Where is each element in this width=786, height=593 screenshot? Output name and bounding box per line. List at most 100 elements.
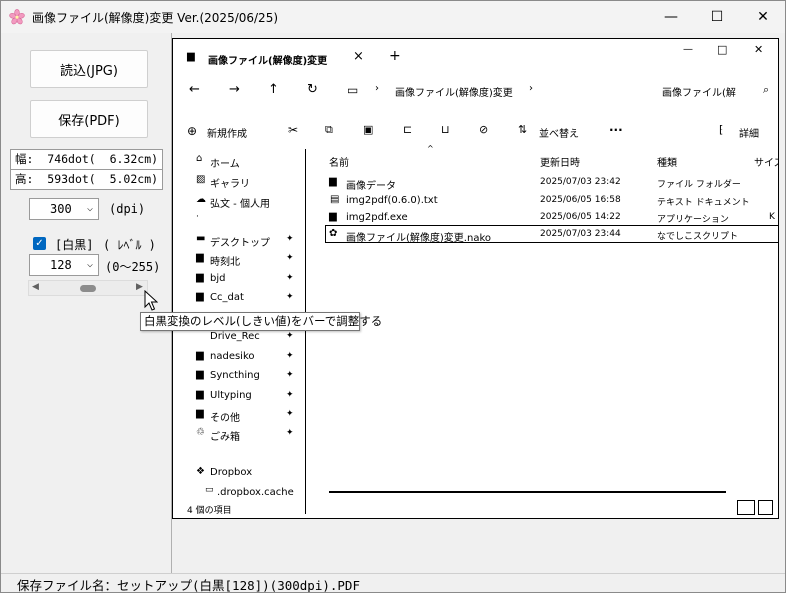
address-sep: ›: [375, 83, 379, 94]
col-size: サイズ: [754, 158, 778, 169]
nav-item: ホーム: [210, 159, 240, 170]
nav-item: 弘文 - 個人用: [210, 199, 270, 210]
nav-item: bjd: [210, 273, 226, 284]
folder-icon: ▭: [205, 485, 214, 495]
folder-icon: ▆: [187, 51, 195, 62]
close-button[interactable]: ✕: [740, 1, 785, 33]
pin-icon: ✦: [286, 351, 294, 361]
pin-icon: ✦: [286, 273, 294, 283]
recycle-bin-icon: ♲: [196, 427, 205, 438]
plus-circle-icon: ⊕: [187, 124, 198, 138]
bw-checkbox[interactable]: ✓: [33, 237, 46, 250]
bw-label: [白黒]: [55, 238, 94, 252]
arrow-right-icon[interactable]: ▶: [136, 282, 143, 292]
file-date: 2025/07/03 23:44: [540, 229, 621, 239]
dpi-select[interactable]: 300 ⌵: [29, 198, 99, 220]
pin-icon: ✦: [286, 253, 294, 263]
preview-new-tab: +: [389, 48, 401, 64]
tile-view-icon: [758, 500, 773, 515]
preview-minimize: —: [683, 44, 693, 55]
file-type: テキスト ドキュメント: [657, 198, 750, 208]
nav-divider: [305, 149, 306, 514]
nav-item: その他: [210, 413, 240, 424]
monitor-icon: ▭: [347, 83, 359, 97]
chevron-down-icon: ⌵: [86, 203, 93, 214]
col-name: 名前: [329, 158, 349, 169]
gallery-icon: ▨: [196, 174, 206, 185]
file-type: ファイル フォルダー: [657, 180, 741, 190]
check-icon: ✓: [35, 238, 44, 249]
refresh-icon: ↻: [307, 82, 318, 97]
nav-item: デスクトップ: [210, 238, 270, 249]
folder-icon: ▆: [196, 291, 204, 302]
search-box-text: 画像ファイル(解: [662, 88, 736, 99]
window-title: 画像ファイル(解像度)変更 Ver.(2025/06/25): [32, 11, 279, 25]
exe-file-icon: ▆: [329, 211, 337, 222]
nav-item: Cc_dat: [210, 292, 244, 303]
level-scrollbar-thumb[interactable]: [80, 285, 96, 292]
address-path: 画像ファイル(解像度)変更: [395, 88, 513, 99]
dpi-select-value: 300: [50, 202, 72, 216]
nav-item: Drive_Rec: [210, 331, 260, 342]
nav-item: Ultyping: [210, 390, 252, 401]
nav-spacer-dot: ·: [196, 212, 199, 222]
new-button-label: 新規作成: [207, 129, 247, 140]
home-icon: ⌂: [196, 153, 203, 164]
sort-button-label: 並べ替え: [539, 129, 579, 140]
sort-up-icon: ^: [427, 144, 434, 153]
file-type: アプリケーション: [657, 215, 729, 225]
image-preview: ▆ 画像ファイル(解像度)変更 × + — □ ✕ ← → ↑ ↻ ▭ › 画像…: [172, 38, 779, 519]
list-view-icon: [737, 500, 755, 515]
maximize-button[interactable]: ☐: [694, 1, 740, 33]
more-icon: ···: [609, 123, 623, 137]
sakura-flower-icon: [9, 9, 25, 25]
folder-icon: ▆: [196, 389, 204, 400]
pin-icon: ✦: [286, 409, 294, 419]
nav-item: .dropbox.cache: [217, 487, 294, 498]
width-info-field: 幅: 746dot( 6.32cm): [10, 149, 163, 170]
nav-item: ギャラリ: [210, 179, 250, 190]
cloud-icon: ☁: [196, 194, 206, 205]
preview-status: 4 個の項目: [187, 506, 232, 516]
dropbox-icon: ❖: [196, 466, 205, 477]
nav-item: Syncthing: [210, 370, 260, 381]
file-name: 画像ファイル(解像度)変更.nako: [346, 233, 491, 244]
file-name: img2pdf(0.6.0).txt: [346, 195, 438, 206]
save-pdf-button[interactable]: 保存(PDF): [30, 100, 148, 138]
dpi-unit-label: (dpi): [109, 202, 146, 216]
minimize-button[interactable]: —: [648, 1, 694, 33]
pin-icon: ✦: [286, 428, 294, 438]
read-jpg-button[interactable]: 読込(JPG): [30, 50, 148, 88]
mouse-cursor-icon: [144, 290, 158, 311]
share-icon: ⊔: [441, 123, 450, 136]
folder-icon: ▆: [196, 252, 204, 263]
folder-icon: ▆: [196, 272, 204, 283]
level-select-value: 128: [50, 258, 72, 272]
pin-icon: ✦: [286, 234, 294, 244]
text-file-icon: ▤: [330, 194, 340, 205]
file-date: 2025/06/05 16:58: [540, 195, 621, 205]
nav-item: 時刻北: [210, 257, 240, 268]
tooltip: 白黒変換のレベル(しきい値)をバーで調整する: [140, 312, 382, 331]
file-date: 2025/07/03 23:42: [540, 177, 621, 187]
folder-icon: ▆: [196, 350, 204, 361]
preview-close: ✕: [754, 43, 764, 56]
level-scrollbar[interactable]: ◀ ▶: [28, 280, 148, 296]
level-range-label: (0〜255): [105, 260, 161, 274]
col-date: 更新日時: [540, 158, 580, 169]
folder-icon: ▆: [196, 369, 204, 380]
rename-icon: ⊏: [403, 123, 413, 136]
search-icon: ⌕: [763, 83, 770, 96]
sort-icon: ⇅: [518, 123, 528, 136]
arrow-left-icon[interactable]: ◀: [32, 282, 39, 292]
cut-icon: ✂: [288, 123, 299, 137]
preview-tab-close: ×: [353, 49, 364, 64]
level-select[interactable]: 128 ⌵: [29, 254, 99, 276]
nav-item: nadesiko: [210, 351, 255, 362]
level-label: ( ﾚﾍﾞﾙ ): [103, 238, 156, 252]
up-arrow-icon: ↑: [268, 82, 279, 97]
app-window: 画像ファイル(解像度)変更 Ver.(2025/06/25) — ☐ ✕ 読込(…: [0, 0, 786, 593]
copy-icon: ⧉: [325, 123, 333, 136]
nav-item: ごみ箱: [210, 432, 240, 443]
folder-icon: ▆: [196, 408, 204, 419]
